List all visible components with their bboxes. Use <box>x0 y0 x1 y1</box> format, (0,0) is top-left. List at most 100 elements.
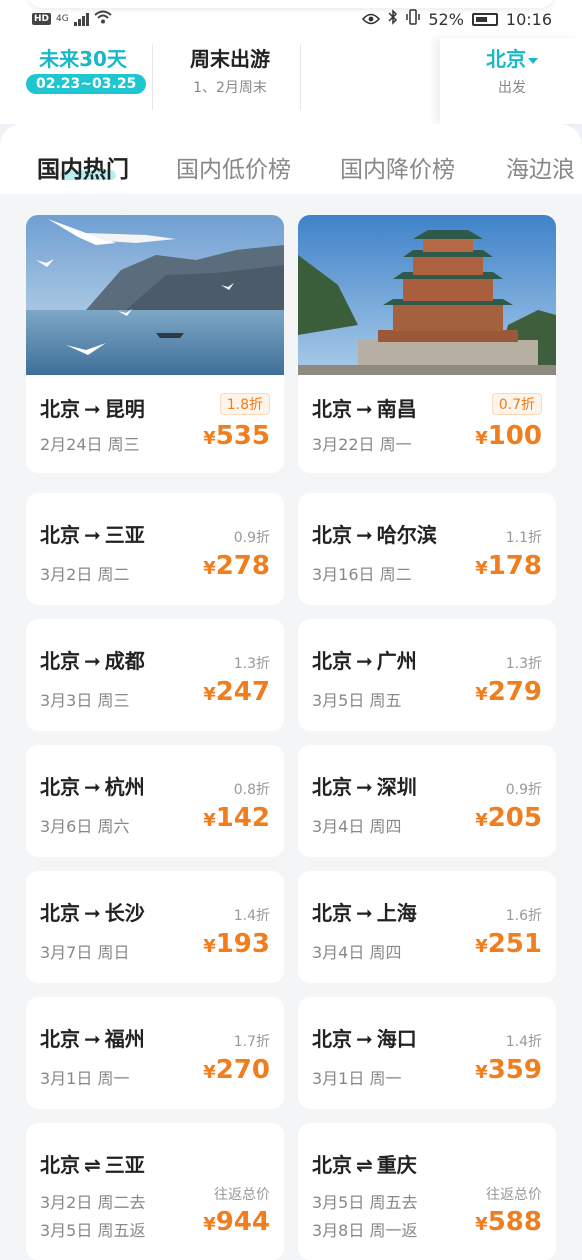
currency-symbol: ¥ <box>475 936 488 957</box>
departure-city-name: 北京 <box>486 47 526 71</box>
tab-domestic-lowest-price[interactable]: 国内低价榜 <box>176 150 291 184</box>
price-value: 178 <box>487 551 542 581</box>
price: ¥142 <box>203 803 270 833</box>
price-value: 279 <box>487 677 542 707</box>
discount-label: 1.3折 <box>505 656 542 672</box>
divider <box>152 44 153 110</box>
route-label: 北京 ➞ 杭州 <box>40 771 145 800</box>
origin-city: 北京 <box>312 775 352 799</box>
flight-card[interactable]: 北京 ➞ 海口 3月1日 周一 1.4折 ¥359 <box>298 997 556 1109</box>
flight-date: 3月5日 周五 <box>312 691 402 710</box>
departure-city-panel: 北京 出发 <box>440 38 582 124</box>
battery-icon <box>471 12 498 26</box>
tab-bar: 国内热门 国内低价榜 国内降价榜 海边浪 <box>0 124 582 194</box>
discount-label: 1.6折 <box>505 908 542 924</box>
route-label: 北京 ⇌ 重庆 <box>312 1149 417 1178</box>
price-value: 251 <box>487 929 542 959</box>
origin-city: 北京 <box>312 649 352 673</box>
flight-date: 3月1日 周一 <box>312 1069 402 1088</box>
round-trip-card[interactable]: 北京 ⇌ 三亚 3月2日 周二去 3月5日 周五返 往返总价 ¥944 <box>26 1123 284 1260</box>
destination-city: 福州 <box>104 1027 145 1051</box>
tab-seaside[interactable]: 海边浪 <box>506 150 575 184</box>
currency-symbol: ¥ <box>203 558 216 579</box>
return-date: 3月8日 周一返 <box>312 1221 418 1240</box>
return-date: 3月5日 周五返 <box>40 1221 146 1240</box>
one-way-arrow-icon: ➞ <box>84 1027 101 1051</box>
hd-icon: HD <box>32 13 52 25</box>
currency-symbol: ¥ <box>475 558 488 579</box>
one-way-arrow-icon: ➞ <box>84 775 101 799</box>
destination-city: 成都 <box>104 649 145 673</box>
price: ¥193 <box>203 929 270 959</box>
flight-card[interactable]: 北京 ➞ 成都 3月3日 周三 1.3折 ¥247 <box>26 619 284 731</box>
discount-label: 1.4折 <box>233 908 270 924</box>
price-value: 205 <box>487 803 542 833</box>
flight-card[interactable]: 北京 ➞ 福州 3月1日 周一 1.7折 ¥270 <box>26 997 284 1109</box>
round-trip-arrow-icon: ⇌ <box>84 1153 101 1177</box>
currency-symbol: ¥ <box>203 1062 216 1083</box>
currency-symbol: ¥ <box>203 936 216 957</box>
depart-date: 3月2日 周二去 <box>40 1193 146 1212</box>
pavilion-tower-image <box>298 215 556 375</box>
flight-date: 2月24日 周三 <box>40 435 140 454</box>
price-value: 359 <box>487 1055 542 1085</box>
round-trip-total-label: 往返总价 <box>486 1187 542 1203</box>
vibrate-icon <box>406 9 421 29</box>
price-value: 278 <box>215 551 270 581</box>
price: ¥278 <box>203 551 270 581</box>
flight-card[interactable]: 北京 ➞ 杭州 3月6日 周六 0.8折 ¥142 <box>26 745 284 857</box>
bluetooth-icon <box>388 9 398 29</box>
filter-bar: 未来30天 02.23~03.25 周末出游 1、2月周末 北京 出发 <box>0 38 582 124</box>
destination-city: 深圳 <box>376 775 417 799</box>
lake-seagulls-image <box>26 215 284 375</box>
flight-card[interactable]: 北京 ➞ 深圳 3月4日 周四 0.9折 ¥205 <box>298 745 556 857</box>
flight-date: 3月16日 周二 <box>312 565 412 584</box>
filter-weekend-trips[interactable]: 周末出游 1、2月周末 <box>172 46 288 97</box>
search-bar-edge <box>28 0 554 8</box>
destination-city: 三亚 <box>104 523 145 547</box>
discount-label: 0.8折 <box>233 782 270 798</box>
flight-date: 3月6日 周六 <box>40 817 130 836</box>
origin-city: 北京 <box>40 649 80 673</box>
flight-card[interactable]: 北京 ➞ 上海 3月4日 周四 1.6折 ¥251 <box>298 871 556 983</box>
origin-city: 北京 <box>40 1027 80 1051</box>
currency-symbol: ¥ <box>203 1214 216 1235</box>
price: ¥279 <box>475 677 542 707</box>
tab-domestic-price-drop[interactable]: 国内降价榜 <box>340 150 455 184</box>
departure-city-selector[interactable]: 北京 出发 <box>482 46 542 97</box>
filter-weekend-title: 周末出游 <box>190 47 270 71</box>
featured-flight-card[interactable]: 北京 ➞ 南昌 3月22日 周一 0.7折 ¥100 <box>298 215 556 473</box>
clock: 10:16 <box>505 9 552 29</box>
currency-symbol: ¥ <box>475 810 488 831</box>
tab-domestic-hot[interactable]: 国内热门 <box>37 150 129 184</box>
flight-card[interactable]: 北京 ➞ 长沙 3月7日 周日 1.4折 ¥193 <box>26 871 284 983</box>
caret-down-icon <box>528 57 538 64</box>
currency-symbol: ¥ <box>475 1214 488 1235</box>
flight-card[interactable]: 北京 ➞ 广州 3月5日 周五 1.3折 ¥279 <box>298 619 556 731</box>
flight-date: 3月3日 周三 <box>40 691 130 710</box>
battery-percent: 52% <box>428 9 464 29</box>
destination-city: 杭州 <box>104 775 145 799</box>
destination-city: 海口 <box>376 1027 417 1051</box>
filter-next-30-days-title: 未来30天 <box>39 47 127 71</box>
price-value: 270 <box>215 1055 270 1085</box>
filter-next-30-days[interactable]: 未来30天 02.23~03.25 <box>26 46 147 94</box>
discount-label: 1.7折 <box>233 1034 270 1050</box>
route-label: 北京 ➞ 昆明 <box>40 393 145 422</box>
currency-symbol: ¥ <box>475 428 488 449</box>
price: ¥270 <box>203 1055 270 1085</box>
round-trip-card[interactable]: 北京 ⇌ 重庆 3月5日 周五去 3月8日 周一返 往返总价 ¥588 <box>298 1123 556 1260</box>
destination-city: 广州 <box>376 649 417 673</box>
price: ¥359 <box>475 1055 542 1085</box>
flight-card[interactable]: 北京 ➞ 哈尔滨 3月16日 周二 1.1折 ¥178 <box>298 493 556 605</box>
featured-flight-card[interactable]: 北京 ➞ 昆明 2月24日 周三 1.8折 ¥535 <box>26 215 284 473</box>
currency-symbol: ¥ <box>475 1062 488 1083</box>
flight-date: 3月1日 周一 <box>40 1069 130 1088</box>
discount-label: 0.9折 <box>505 782 542 798</box>
route-label: 北京 ➞ 三亚 <box>40 519 145 548</box>
discount-label: 1.3折 <box>233 656 270 672</box>
divider <box>300 44 301 110</box>
price: ¥205 <box>475 803 542 833</box>
flight-card[interactable]: 北京 ➞ 三亚 3月2日 周二 0.9折 ¥278 <box>26 493 284 605</box>
destination-city: 南昌 <box>376 397 417 421</box>
